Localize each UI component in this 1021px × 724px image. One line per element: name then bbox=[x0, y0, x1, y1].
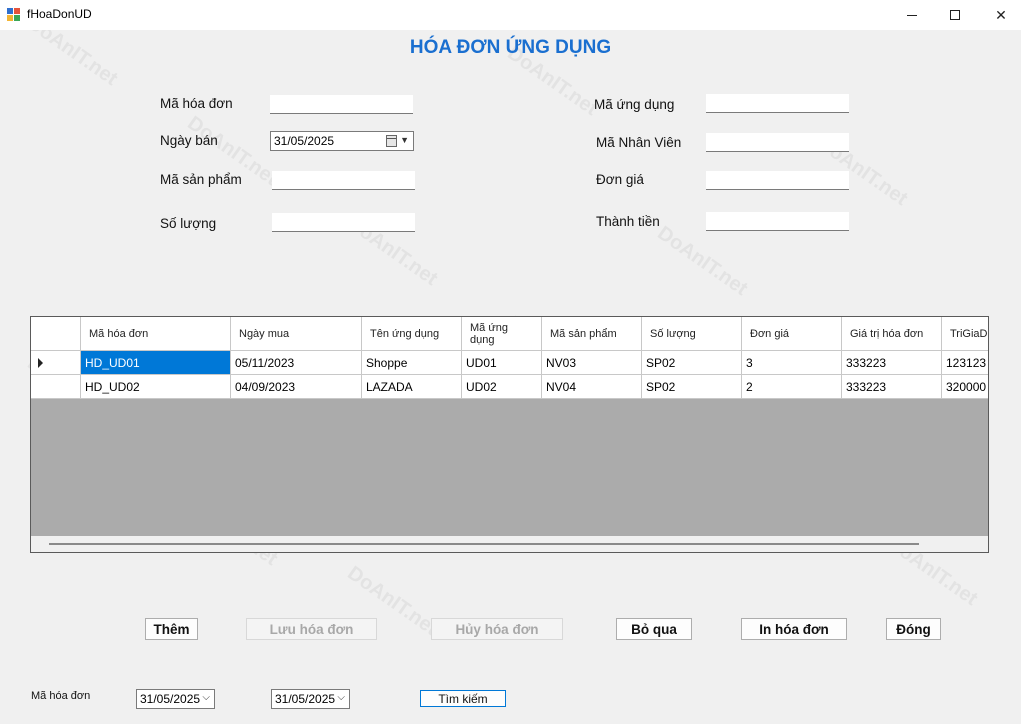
ngay-ban-datepicker[interactable]: 31/05/2025 ▼ bbox=[270, 131, 414, 151]
table-cell[interactable]: 05/11/2023 bbox=[231, 351, 362, 374]
chevron-down-icon[interactable]: ▼ bbox=[400, 135, 409, 145]
bo-qua-button[interactable]: Bỏ qua bbox=[616, 618, 692, 640]
dong-button[interactable]: Đóng bbox=[886, 618, 941, 640]
horizontal-scrollbar[interactable] bbox=[31, 536, 988, 552]
ma-nhan-vien-input[interactable] bbox=[706, 133, 849, 152]
them-button[interactable]: Thêm bbox=[145, 618, 198, 640]
column-header[interactable]: TriGiaDH bbox=[942, 317, 988, 350]
chevron-down-icon[interactable]: ⌵ bbox=[202, 692, 210, 703]
so-luong-input[interactable] bbox=[272, 213, 415, 232]
ngay-ban-value: 31/05/2025 bbox=[274, 134, 335, 148]
app-icon bbox=[7, 8, 21, 21]
table-cell[interactable]: HD_UD02 bbox=[81, 375, 231, 398]
current-row-icon bbox=[38, 358, 43, 368]
table-cell[interactable]: 3 bbox=[742, 351, 842, 374]
scrollbar-thumb[interactable] bbox=[49, 543, 919, 545]
column-header[interactable]: Đơn giá bbox=[742, 317, 842, 350]
search-ma-hoa-don-label: Mã hóa đơn bbox=[31, 690, 91, 702]
table-row[interactable]: HD_UD02 04/09/2023 LAZADA UD02 NV04 SP02… bbox=[31, 375, 988, 399]
don-gia-label: Đơn giá bbox=[596, 172, 644, 187]
luu-hoa-don-button[interactable]: Lưu hóa đơn bbox=[246, 618, 377, 640]
from-date-value: 31/05/2025 bbox=[140, 692, 201, 706]
maximize-button[interactable] bbox=[932, 0, 978, 30]
column-header[interactable]: Giá trị hóa đơn bbox=[842, 317, 942, 350]
calendar-icon[interactable] bbox=[386, 135, 397, 147]
in-hoa-don-button[interactable]: In hóa đơn bbox=[741, 618, 847, 640]
ngay-ban-label: Ngày bán bbox=[160, 133, 218, 148]
from-date-picker[interactable]: 31/05/2025 ⌵ bbox=[136, 689, 215, 709]
close-icon: ✕ bbox=[995, 6, 1007, 23]
ma-nhan-vien-label: Mã Nhân Viên bbox=[596, 135, 682, 150]
ma-hoa-don-input[interactable] bbox=[270, 95, 413, 114]
maximize-icon bbox=[950, 10, 960, 20]
column-header[interactable]: Mã hóa đơn bbox=[81, 317, 231, 350]
table-row[interactable]: HD_UD01 05/11/2023 Shoppe UD01 NV03 SP02… bbox=[31, 351, 988, 375]
minimize-icon bbox=[907, 14, 917, 16]
ma-ung-dung-input[interactable] bbox=[706, 94, 849, 113]
row-header[interactable] bbox=[31, 375, 81, 398]
table-cell[interactable]: HD_UD01 bbox=[81, 351, 231, 374]
hoa-don-grid[interactable]: Mã hóa đơn Ngày mua Tên ứng dụng Mã ứng … bbox=[30, 316, 989, 553]
ma-san-pham-input[interactable] bbox=[272, 171, 415, 190]
column-header[interactable]: Mã sản phẩm bbox=[542, 317, 642, 350]
table-cell[interactable]: SP02 bbox=[642, 375, 742, 398]
table-cell[interactable]: 123123 bbox=[942, 351, 988, 374]
ma-san-pham-label: Mã sản phẩm bbox=[160, 172, 242, 187]
don-gia-input[interactable] bbox=[706, 171, 849, 190]
table-cell[interactable]: NV04 bbox=[542, 375, 642, 398]
row-header[interactable] bbox=[31, 351, 81, 374]
table-cell[interactable]: UD01 bbox=[462, 351, 542, 374]
minimize-button[interactable] bbox=[889, 0, 935, 30]
window-titlebar: fHoaDonUD ✕ bbox=[0, 0, 1021, 30]
form-title: HÓA ĐƠN ỨNG DỤNG bbox=[409, 37, 612, 58]
table-cell[interactable]: UD02 bbox=[462, 375, 542, 398]
table-cell[interactable]: SP02 bbox=[642, 351, 742, 374]
table-cell[interactable]: 320000 bbox=[942, 375, 988, 398]
table-cell[interactable]: 04/09/2023 bbox=[231, 375, 362, 398]
table-cell[interactable]: 333223 bbox=[842, 375, 942, 398]
to-date-picker[interactable]: 31/05/2025 ⌵ bbox=[271, 689, 350, 709]
chevron-down-icon[interactable]: ⌵ bbox=[337, 692, 345, 703]
column-header[interactable]: Mã ứng dụng bbox=[462, 317, 542, 350]
ma-ung-dung-label: Mã ứng dụng bbox=[594, 97, 675, 112]
table-cell[interactable]: LAZADA bbox=[362, 375, 462, 398]
watermark: DoAnIT.net bbox=[653, 222, 752, 301]
search-button[interactable]: Tìm kiếm bbox=[420, 690, 506, 707]
to-date-value: 31/05/2025 bbox=[275, 692, 336, 706]
column-header[interactable]: Tên ứng dụng bbox=[362, 317, 462, 350]
grid-corner[interactable] bbox=[31, 317, 81, 350]
grid-header: Mã hóa đơn Ngày mua Tên ứng dụng Mã ứng … bbox=[31, 317, 988, 351]
thanh-tien-input[interactable] bbox=[706, 212, 849, 231]
thanh-tien-label: Thành tiền bbox=[596, 214, 660, 229]
huy-hoa-don-button[interactable]: Hủy hóa đơn bbox=[431, 618, 563, 640]
table-cell[interactable]: 2 bbox=[742, 375, 842, 398]
close-button[interactable]: ✕ bbox=[978, 0, 1021, 30]
so-luong-label: Số lượng bbox=[160, 216, 217, 231]
table-cell[interactable]: Shoppe bbox=[362, 351, 462, 374]
table-cell[interactable]: 333223 bbox=[842, 351, 942, 374]
window-title: fHoaDonUD bbox=[27, 7, 92, 21]
table-cell[interactable]: NV03 bbox=[542, 351, 642, 374]
column-header[interactable]: Ngày mua bbox=[231, 317, 362, 350]
ma-hoa-don-label: Mã hóa đơn bbox=[160, 96, 233, 111]
column-header[interactable]: Số lượng bbox=[642, 317, 742, 350]
